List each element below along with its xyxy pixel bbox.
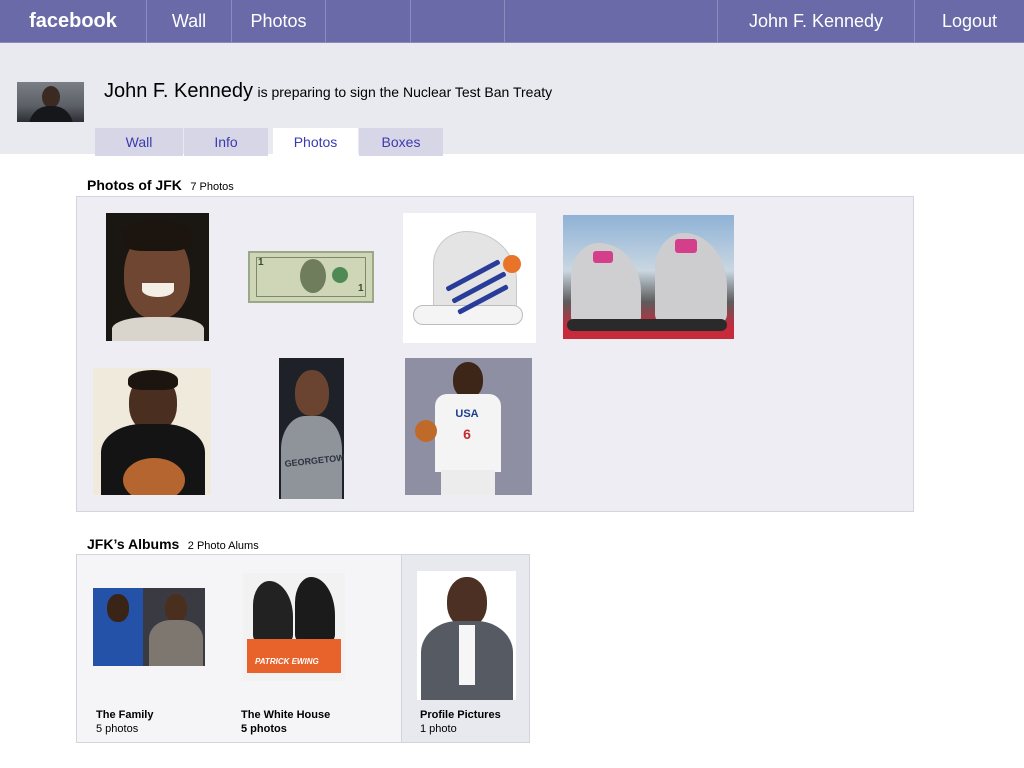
dollar-bill-photo[interactable]: 1 1 — [248, 251, 374, 303]
top-nav: facebook Wall Photos John F. Kennedy Log… — [0, 0, 1024, 43]
profile-name[interactable]: John F. Kennedy — [104, 80, 253, 102]
albums-section-header: JFK’s Albums 2 Photo Alums — [87, 536, 259, 554]
album-count-profile-pictures: 1 photo — [420, 723, 457, 735]
tab-wall[interactable]: Wall — [95, 128, 183, 156]
album-cover-white-house[interactable]: PATRICK EWING — [243, 573, 345, 681]
nav-empty-slot-2[interactable] — [410, 0, 504, 43]
album-label-white-house[interactable]: The White House — [241, 709, 330, 721]
album-cover-family[interactable] — [93, 588, 205, 666]
brand-logo[interactable]: facebook — [0, 0, 146, 43]
albums-count: 2 Photo Alums — [187, 540, 259, 552]
tab-photos[interactable]: Photos — [273, 128, 358, 156]
usa-jersey-photo[interactable]: USA 6 — [405, 358, 532, 495]
status-text: is preparing to sign the Nuclear Test Ba… — [257, 84, 553, 100]
basketball-portrait-photo[interactable] — [93, 368, 211, 495]
album-count-white-house: 5 photos — [241, 723, 287, 735]
album-count-family: 5 photos — [96, 723, 139, 735]
nav-wall-link[interactable]: Wall — [146, 0, 231, 43]
georgetown-hoodie-photo[interactable]: GEORGETOWN — [279, 358, 344, 499]
photos-section-title: Photos of JFK — [87, 177, 182, 193]
avatar[interactable] — [17, 82, 84, 122]
logout-button[interactable]: Logout — [914, 0, 1024, 43]
nav-empty-slot-1[interactable] — [325, 0, 410, 43]
nav-photos-link[interactable]: Photos — [231, 0, 325, 43]
nav-spacer — [504, 0, 717, 43]
album-cover-profile-pictures[interactable] — [417, 571, 516, 700]
tab-info[interactable]: Info — [184, 128, 268, 156]
tab-boxes[interactable]: Boxes — [359, 128, 443, 156]
sneaker-photo[interactable] — [403, 213, 536, 343]
page: facebook Wall Photos John F. Kennedy Log… — [0, 0, 1024, 768]
album-label-profile-pictures[interactable]: Profile Pictures — [420, 709, 501, 721]
photos-section-header: Photos of JFK 7 Photos — [87, 177, 234, 195]
nav-user-link[interactable]: John F. Kennedy — [717, 0, 914, 43]
status-line: John F. Kennedy is preparing to sign the… — [104, 80, 552, 103]
portrait-photo[interactable] — [106, 213, 209, 341]
sneakers-outdoor-photo[interactable] — [563, 215, 734, 339]
albums-section-title: JFK’s Albums — [87, 536, 180, 552]
album-label-family[interactable]: The Family — [96, 709, 153, 721]
photos-count: 7 Photos — [190, 181, 234, 193]
